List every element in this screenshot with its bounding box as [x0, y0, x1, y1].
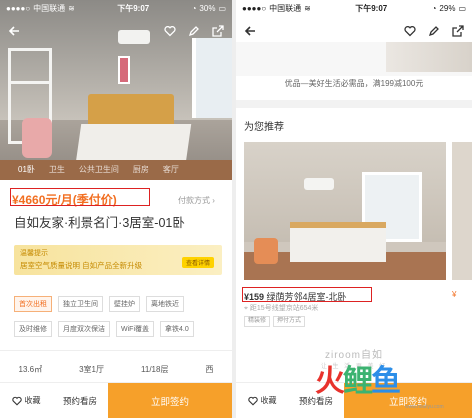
heart-icon	[247, 396, 258, 406]
tab-kitchen[interactable]: 厨房	[133, 164, 149, 175]
share-icon[interactable]	[212, 25, 224, 37]
back-arrow-icon[interactable]	[244, 25, 256, 37]
notice-banner[interactable]: 温馨提示 居室空气质量说明 自如产品全新升级 查看详情	[14, 245, 222, 275]
watermark-char: 鱼	[371, 364, 401, 399]
listing-title: 自如友家·利景名门·3居室-01卧	[14, 216, 185, 230]
battery-percent: 30%	[199, 3, 216, 13]
next-card-price: ¥	[452, 290, 457, 299]
feature-tag: 拿铁4.0	[160, 321, 194, 337]
battery-icon: ▭	[218, 3, 226, 13]
favorite-button[interactable]: 收藏	[236, 395, 288, 406]
section-title: 为您推荐	[244, 122, 284, 133]
status-bar: ●●●●○ 中国联通 ≋ 下午9:07 ◔ 30% ▭	[0, 0, 232, 16]
wifi-icon: ≋	[68, 3, 75, 13]
heart-icon	[11, 396, 22, 406]
watermark-char: 火	[315, 364, 345, 399]
tab-public-bathroom[interactable]: 公共卫生间	[79, 164, 119, 175]
promo-image	[386, 42, 472, 72]
site-watermark: 火鲤鱼	[315, 356, 401, 400]
recommended-address: ⌖ 距15号线望京站654米	[244, 305, 319, 312]
photo-air-conditioner	[304, 178, 334, 190]
feature-tag: 独立卫生间	[58, 296, 103, 312]
location-icon: ◔	[431, 3, 437, 13]
watermark-url: www.hooliyu.com	[405, 404, 444, 410]
top-toolbar	[236, 18, 472, 44]
status-time: 下午9:07	[117, 3, 150, 13]
location-pin-icon: ⌖	[244, 305, 248, 312]
favorite-label: 收藏	[24, 396, 41, 405]
pen-icon[interactable]	[188, 25, 200, 37]
battery-percent: 29%	[439, 3, 456, 13]
status-time: 下午9:07	[355, 3, 388, 13]
tab-living-room[interactable]: 客厅	[163, 164, 179, 175]
signal-icon: ●●●●○	[6, 3, 31, 13]
recommended-room-photo[interactable]	[244, 142, 446, 280]
share-icon[interactable]	[452, 25, 464, 37]
room-specs: 13.6㎡ 3室1厅 11/18层 西	[0, 364, 232, 375]
next-card-photo[interactable]	[452, 142, 472, 280]
feature-tag: 首次出租	[14, 296, 52, 312]
promo-image-strip[interactable]	[236, 42, 472, 76]
feature-tag: WiFi覆盖	[116, 321, 154, 337]
photo-chair	[22, 118, 52, 158]
divider	[0, 350, 232, 351]
feature-tag: 月度双次保洁	[58, 321, 110, 337]
photo-picture-frame	[118, 56, 130, 84]
favorite-button[interactable]: 收藏	[0, 395, 52, 406]
carrier-name: 中国联通	[33, 3, 66, 13]
spec-floor: 11/18层	[141, 365, 169, 374]
recommended-tags: 精装修 押付方式	[244, 316, 306, 327]
photo-tabs: 01卧 卫生 公共卫生间 厨房 客厅	[0, 160, 232, 178]
pen-icon[interactable]	[428, 25, 440, 37]
photo-bed-headboard	[88, 94, 174, 128]
feature-tag: 壁挂炉	[109, 296, 140, 312]
status-bar: ●●●●○ 中国联通 ≋ 下午9:07 ◔ 29% ▭	[236, 0, 472, 16]
photo-bed	[290, 222, 386, 262]
photo-window	[192, 38, 232, 118]
top-toolbar	[0, 18, 232, 44]
spec-orientation: 西	[205, 365, 214, 374]
room-tag: 押付方式	[273, 316, 306, 327]
tab-indicator	[23, 180, 31, 184]
watermark-char: 鲤	[343, 364, 373, 399]
section-separator	[236, 100, 472, 108]
back-arrow-icon[interactable]	[8, 25, 20, 37]
bottom-action-bar: 收藏 预约看房 立即签约	[0, 382, 232, 418]
listing-detail-screen: ●●●●○ 中国联通 ≋ 下午9:07 ◔ 30% ▭ 01卧 卫生 公共卫生间…	[0, 0, 232, 418]
battery-icon: ▭	[458, 3, 466, 13]
favorite-label: 收藏	[260, 396, 277, 405]
feature-tags-row-1: 首次出租 独立卫生间 壁挂炉 离地铁近	[14, 296, 184, 312]
tab-bathroom[interactable]: 卫生	[49, 164, 65, 175]
room-tag: 精装修	[244, 316, 271, 327]
signal-icon: ●●●●○	[242, 3, 267, 13]
heart-icon[interactable]	[164, 25, 176, 37]
price-highlight-box	[10, 188, 150, 206]
recommendation-highlight-box	[242, 287, 372, 302]
carrier-name: 中国联通	[269, 3, 302, 13]
feature-tags-row-2: 及时维修 月度双次保洁 WiFi覆盖 拿铁4.0	[14, 321, 194, 337]
wifi-icon: ≋	[304, 3, 311, 13]
sign-now-button[interactable]: 立即签约	[108, 382, 232, 418]
payment-method-link[interactable]: 付款方式 ›	[178, 195, 215, 206]
spec-layout: 3室1厅	[79, 365, 104, 374]
tab-bedroom-01[interactable]: 01卧	[18, 164, 35, 175]
photo-chair	[254, 238, 278, 264]
location-icon: ◔	[191, 3, 197, 13]
book-visit-button[interactable]: 预约看房	[52, 395, 108, 407]
feature-tag: 及时维修	[14, 321, 52, 337]
promo-text[interactable]: 优品—美好生活必需品，满199减100元	[236, 78, 472, 89]
heart-icon[interactable]	[404, 25, 416, 37]
feature-tag: 离地铁近	[146, 296, 184, 312]
spec-area: 13.6㎡	[18, 365, 43, 374]
banner-detail-button[interactable]: 查看详情	[181, 257, 214, 268]
